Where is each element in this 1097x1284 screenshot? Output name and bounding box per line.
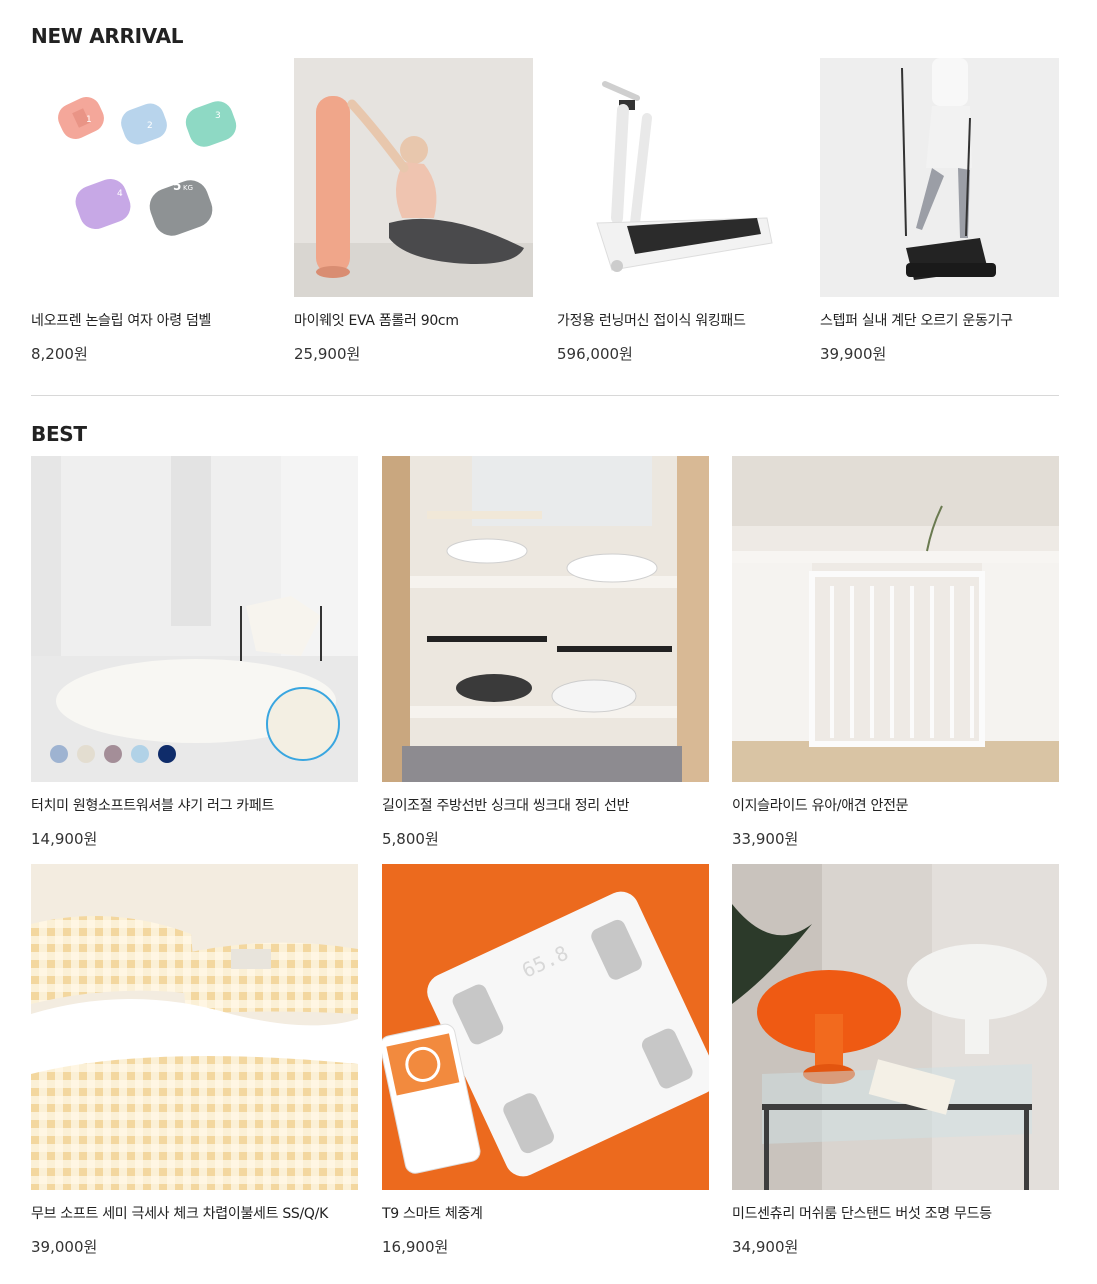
product-price: 8,200원 — [31, 343, 88, 364]
product-price: 14,900원 — [31, 828, 97, 849]
product-price: 33,900원 — [732, 828, 798, 849]
product-price: 39,900원 — [820, 343, 886, 364]
product-image-kitchen-shelf[interactable] — [382, 456, 709, 782]
product-card-dumbbell[interactable]: 1 2 3 4 5 KG 네오프렌 논슬립 여자 아령 덤벨 8,200원 — [31, 58, 270, 378]
product-image-bedding[interactable] — [31, 864, 358, 1190]
product-name[interactable]: 네오프렌 논슬립 여자 아령 덤벨 — [31, 310, 211, 330]
product-name[interactable]: 무브 소프트 세미 극세사 체크 차렵이불세트 SS/Q/K — [31, 1203, 328, 1223]
dumbbell-label-1: 1 — [86, 115, 92, 125]
dumbbell-unit: KG — [183, 184, 193, 192]
product-card-foam-roller[interactable]: 마이웨잇 EVA 폼롤러 90cm 25,900원 — [294, 58, 533, 378]
product-image-mushroom-lamp[interactable] — [732, 864, 1059, 1190]
product-image-foam-roller[interactable] — [294, 58, 533, 297]
product-name[interactable]: 이지슬라이드 유아/애견 안전문 — [732, 795, 908, 815]
product-price: 39,000원 — [31, 1236, 97, 1257]
product-card-kitchen-shelf[interactable]: 길이조절 주방선반 싱크대 씽크대 정리 선반 5,800원 — [382, 456, 709, 856]
dumbbell-label-2: 2 — [147, 121, 153, 131]
product-price: 16,900원 — [382, 1236, 448, 1257]
product-name[interactable]: 가정용 런닝머신 접이식 워킹패드 — [557, 310, 746, 330]
product-image-safety-gate[interactable] — [732, 456, 1059, 782]
product-name[interactable]: 마이웨잇 EVA 폼롤러 90cm — [294, 310, 459, 330]
product-card-stepper[interactable]: 스텝퍼 실내 계단 오르기 운동기구 39,900원 — [820, 58, 1059, 378]
best-title: BEST — [31, 422, 87, 446]
product-name[interactable]: 스텝퍼 실내 계단 오르기 운동기구 — [820, 310, 1013, 330]
product-image-treadmill[interactable] — [557, 58, 796, 297]
product-image-stepper[interactable] — [820, 58, 1059, 297]
product-card-safety-gate[interactable]: 이지슬라이드 유아/애견 안전문 33,900원 — [732, 456, 1059, 856]
product-name[interactable]: T9 스마트 체중계 — [382, 1203, 483, 1223]
dumbbell-label-5: 5 — [173, 179, 181, 193]
product-price: 25,900원 — [294, 343, 360, 364]
product-card-treadmill[interactable]: 가정용 런닝머신 접이식 워킹패드 596,000원 — [557, 58, 796, 378]
dumbbell-label-3: 3 — [215, 111, 221, 121]
product-price: 34,900원 — [732, 1236, 798, 1257]
section-divider — [31, 395, 1059, 396]
product-card-smart-scale[interactable]: 65.8 T9 스마트 체중계 16,900원 — [382, 864, 709, 1264]
dumbbell-label-4: 4 — [117, 189, 123, 199]
product-price: 5,800원 — [382, 828, 439, 849]
product-image-rug[interactable] — [31, 456, 358, 782]
product-image-smart-scale[interactable]: 65.8 — [382, 864, 709, 1190]
product-name[interactable]: 길이조절 주방선반 싱크대 씽크대 정리 선반 — [382, 795, 629, 815]
product-card-mushroom-lamp[interactable]: 미드센츄리 머쉬룸 단스탠드 버섯 조명 무드등 34,900원 — [732, 864, 1059, 1264]
product-image-dumbbell[interactable]: 1 2 3 4 5 KG — [31, 58, 270, 297]
product-card-bedding[interactable]: 무브 소프트 세미 극세사 체크 차렵이불세트 SS/Q/K 39,000원 — [31, 864, 358, 1264]
new-arrival-title: NEW ARRIVAL — [31, 24, 183, 48]
product-name[interactable]: 미드센츄리 머쉬룸 단스탠드 버섯 조명 무드등 — [732, 1203, 992, 1223]
product-price: 596,000원 — [557, 343, 633, 364]
product-card-rug[interactable]: 터치미 원형소프트워셔블 샤기 러그 카페트 14,900원 — [31, 456, 358, 856]
product-name[interactable]: 터치미 원형소프트워셔블 샤기 러그 카페트 — [31, 795, 274, 815]
